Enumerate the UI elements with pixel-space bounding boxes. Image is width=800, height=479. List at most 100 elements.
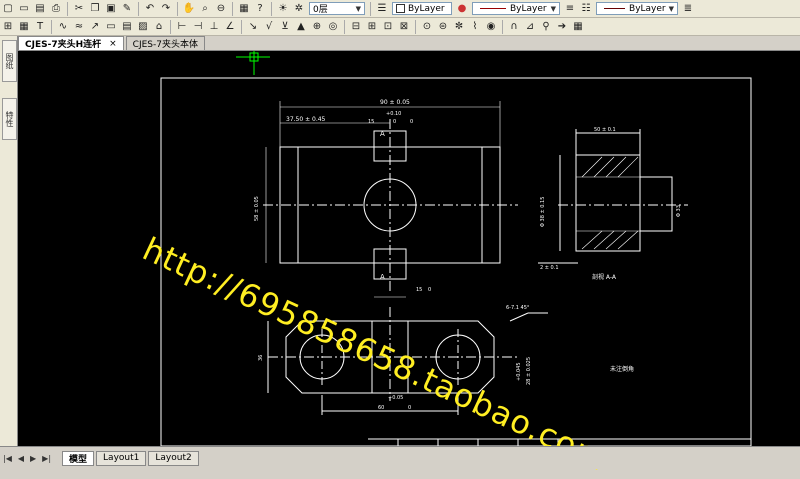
- section-hatch: [576, 156, 640, 250]
- hatch-icon[interactable]: ▨: [136, 20, 150, 34]
- lineweight-select[interactable]: ByLayer ▼: [596, 2, 678, 15]
- parts-list-icon[interactable]: ⊟: [349, 20, 363, 34]
- redo-icon[interactable]: ↷: [159, 2, 173, 16]
- color-swatch: [396, 4, 405, 13]
- table-icon[interactable]: ⊞: [1, 20, 15, 34]
- layout-tab-layout1[interactable]: Layout1: [96, 450, 147, 466]
- open-file-icon[interactable]: ▭: [17, 2, 31, 16]
- bottom-dim-text: +0.05: [388, 395, 403, 401]
- color-select[interactable]: ByLayer: [392, 2, 452, 15]
- side-tab-properties[interactable]: 特性: [2, 98, 17, 140]
- library-icon[interactable]: ⊠: [397, 20, 411, 34]
- doc-tab[interactable]: CJES-7夹头本体: [125, 36, 205, 50]
- draw-toolbar: ⊞ ▦ T ∿ ≈ ↗ ▭ ▤ ▨ ⌂ ⊢ ⊣ ⊥ ∠ ↘ √ ⊻ ▲ ⊕ ◎ …: [0, 18, 800, 36]
- dim-angle-icon[interactable]: ∠: [223, 20, 237, 34]
- lineweight-sample: [604, 8, 626, 9]
- measure-icon[interactable]: ⊿: [523, 20, 537, 34]
- rectangle-icon[interactable]: ▭: [104, 20, 118, 34]
- color-value: ByLayer: [408, 3, 445, 14]
- lineweight-menu-icon[interactable]: ≣: [681, 2, 695, 16]
- pan-icon[interactable]: ✋: [182, 2, 196, 16]
- balloon-icon[interactable]: ◎: [326, 20, 340, 34]
- close-icon[interactable]: ×: [109, 39, 117, 49]
- dim-baseline-icon[interactable]: ⊥: [207, 20, 221, 34]
- layer-manager-icon[interactable]: ☰: [375, 2, 389, 16]
- cut-icon[interactable]: ✂: [72, 2, 86, 16]
- bearing-icon[interactable]: ◉: [484, 20, 498, 34]
- frame-icon[interactable]: ⊡: [381, 20, 395, 34]
- side-tab-drawing[interactable]: 图纸: [2, 40, 17, 82]
- dim-offset-text: 37.50 ± 0.45: [286, 116, 326, 123]
- crosshair-cursor: [236, 51, 270, 75]
- chevron-down-icon: ▼: [355, 4, 361, 13]
- right-dia2-text: Φ 33: [676, 205, 682, 217]
- layer-select[interactable]: 0层 ▼: [309, 2, 365, 15]
- paste-icon[interactable]: ▣: [104, 2, 118, 16]
- linetype-icon[interactable]: ≡: [563, 2, 577, 16]
- first-layout-button[interactable]: |◀: [3, 454, 12, 463]
- right-dia-text: Φ 38 ± 0.15: [540, 197, 546, 227]
- layer-freeze-icon[interactable]: ✲: [292, 2, 306, 16]
- leader-icon[interactable]: ↘: [246, 20, 260, 34]
- text-icon[interactable]: T: [33, 20, 47, 34]
- layer-light-icon[interactable]: ☀: [276, 2, 290, 16]
- lineweight-icon[interactable]: ☷: [579, 2, 593, 16]
- chevron-down-icon: ▼: [668, 4, 674, 13]
- zoom-previous-icon[interactable]: ⊖: [214, 2, 228, 16]
- spring-icon[interactable]: ⌇: [468, 20, 482, 34]
- calculator-icon[interactable]: ▦: [571, 20, 585, 34]
- color-wheel-icon[interactable]: ●: [455, 2, 469, 16]
- dim-bottom-0-text: 0: [428, 287, 431, 293]
- layout-tab-model[interactable]: 模型: [62, 450, 95, 466]
- toolbar-separator: [370, 1, 371, 16]
- tolerance-icon[interactable]: ⊕: [310, 20, 324, 34]
- block-icon[interactable]: ▤: [120, 20, 134, 34]
- properties-icon[interactable]: ▦: [237, 2, 251, 16]
- doc-tab-label: CJES-7夹头H连杆: [25, 40, 102, 50]
- layout-tab-layout2[interactable]: Layout2: [148, 450, 199, 466]
- symbol-icon[interactable]: ⌂: [152, 20, 166, 34]
- surface-roughness-icon[interactable]: √: [262, 20, 276, 34]
- zoom-icon[interactable]: ⌕: [198, 2, 212, 16]
- arrow-line-icon[interactable]: ↗: [88, 20, 102, 34]
- side-tab-drawing-label: 图纸: [5, 53, 14, 69]
- linetype-value: ByLayer: [510, 3, 547, 14]
- spline-icon[interactable]: ∿: [56, 20, 70, 34]
- weld-icon[interactable]: ⊻: [278, 20, 292, 34]
- toolbar-separator: [138, 1, 139, 16]
- shaft-icon[interactable]: ⊜: [436, 20, 450, 34]
- last-layout-button[interactable]: ▶|: [42, 454, 51, 463]
- arrow-right-icon[interactable]: ➔: [555, 20, 569, 34]
- section-label-text: 剖视 A-A: [592, 273, 617, 281]
- undo-icon[interactable]: ↶: [143, 2, 157, 16]
- toolbar-separator: [51, 19, 52, 34]
- datum-icon[interactable]: ▲: [294, 20, 308, 34]
- toolbar-separator: [502, 19, 503, 34]
- wave-icon[interactable]: ≈: [72, 20, 86, 34]
- new-file-icon[interactable]: ▢: [1, 2, 15, 16]
- dim-aligned-icon[interactable]: ⊣: [191, 20, 205, 34]
- copy-icon[interactable]: ❐: [88, 2, 102, 16]
- pin-icon[interactable]: ⚲: [539, 20, 553, 34]
- grid-icon[interactable]: ▦: [17, 20, 31, 34]
- right-width-text: 50 ± 0.1: [594, 127, 616, 133]
- prev-layout-button[interactable]: ◀: [18, 454, 24, 463]
- title-block-icon[interactable]: ⊞: [365, 20, 379, 34]
- gear-icon[interactable]: ✼: [452, 20, 466, 34]
- save-icon[interactable]: ▤: [33, 2, 47, 16]
- dim-linear-icon[interactable]: ⊢: [175, 20, 189, 34]
- linetype-select[interactable]: ByLayer ▼: [472, 2, 560, 15]
- doc-tab-active[interactable]: CJES-7夹头H连杆 ×: [18, 36, 124, 50]
- toolbar-separator: [177, 1, 178, 16]
- dim-bottom-15-text: 15: [416, 287, 422, 293]
- next-layout-button[interactable]: ▶: [30, 454, 36, 463]
- match-properties-icon[interactable]: ✎: [120, 2, 134, 16]
- toolbar-separator: [241, 19, 242, 34]
- help-icon[interactable]: ?: [253, 2, 267, 16]
- toolbar-separator: [232, 1, 233, 16]
- print-icon[interactable]: ⎙: [49, 2, 63, 16]
- dim-slot-top-text: +0.10: [386, 111, 401, 117]
- bottom-width-text: 60: [378, 405, 384, 411]
- hole-icon[interactable]: ⊙: [420, 20, 434, 34]
- magnet-icon[interactable]: ∩: [507, 20, 521, 34]
